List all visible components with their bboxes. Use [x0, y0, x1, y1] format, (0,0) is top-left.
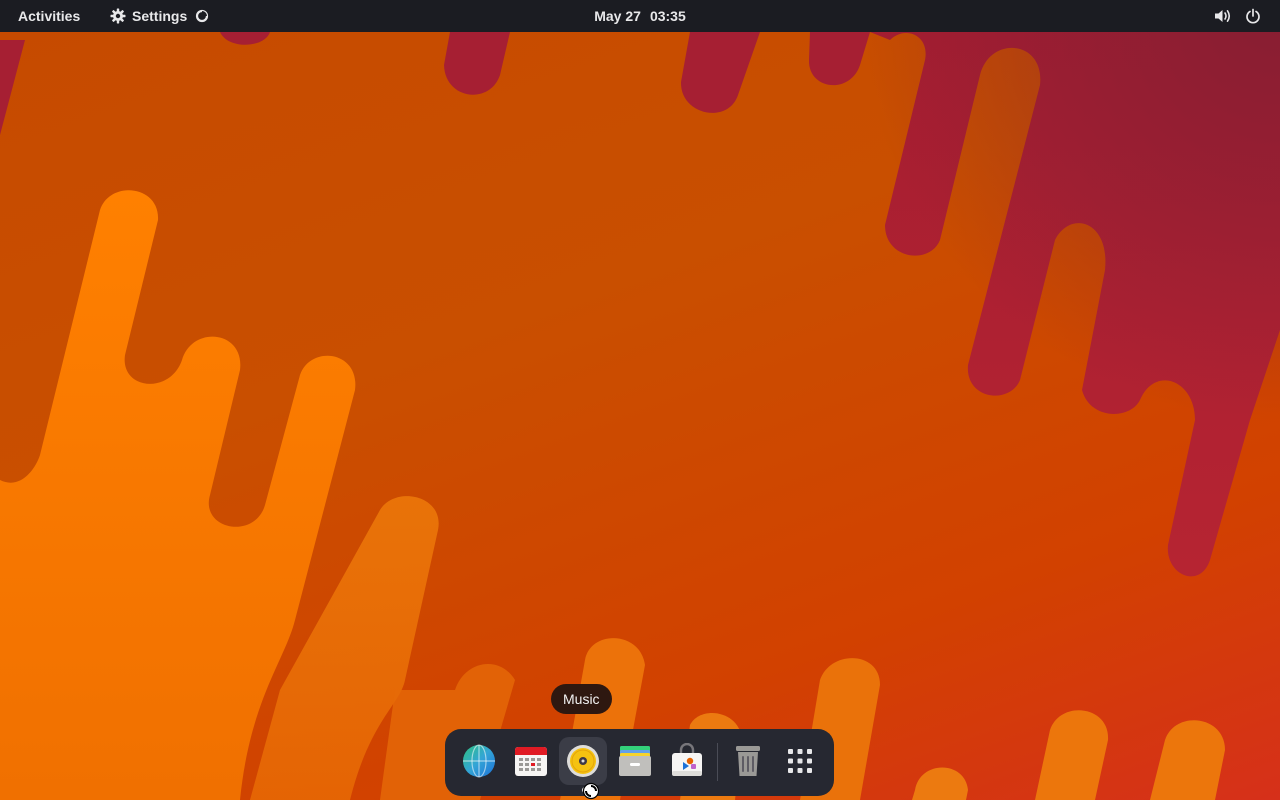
activities-button[interactable]: Activities [18, 0, 80, 32]
dock [445, 729, 834, 796]
dock-item-calendar[interactable] [507, 737, 555, 785]
app-menu-label: Settings [132, 8, 188, 24]
top-bar: Activities Settings May 27 03:35 [0, 0, 1280, 32]
dock-item-show-applications[interactable] [776, 737, 824, 785]
dock-separator [717, 743, 718, 781]
music-disc-icon [567, 745, 599, 777]
app-grid-icon [788, 749, 812, 773]
clock-date[interactable]: May 27 [594, 8, 641, 24]
dock-item-web-browser[interactable] [455, 737, 503, 785]
trash-icon [736, 746, 760, 776]
tooltip-text: Music [563, 691, 600, 707]
dock-item-music[interactable] [559, 737, 607, 785]
activities-label: Activities [18, 8, 81, 24]
calendar-icon [515, 747, 547, 776]
dock-item-files[interactable] [611, 737, 659, 785]
dock-item-software[interactable] [663, 737, 711, 785]
wallpaper [0, 32, 1280, 800]
file-cabinet-icon [619, 746, 651, 776]
desktop: Activities Settings May 27 03:35 Music [0, 0, 1280, 800]
clock-time[interactable]: 03:35 [650, 8, 686, 24]
gear-icon [110, 8, 126, 24]
power-icon[interactable] [1245, 0, 1261, 32]
globe-icon [463, 744, 495, 778]
busy-cursor-icon [582, 782, 600, 800]
loading-spinner-icon [196, 9, 209, 23]
shopping-bag-icon [672, 743, 702, 776]
dock-tooltip: Music [551, 684, 612, 714]
dock-item-trash[interactable] [724, 737, 772, 785]
app-menu-settings[interactable]: Settings [110, 0, 209, 32]
volume-icon[interactable] [1214, 0, 1232, 32]
